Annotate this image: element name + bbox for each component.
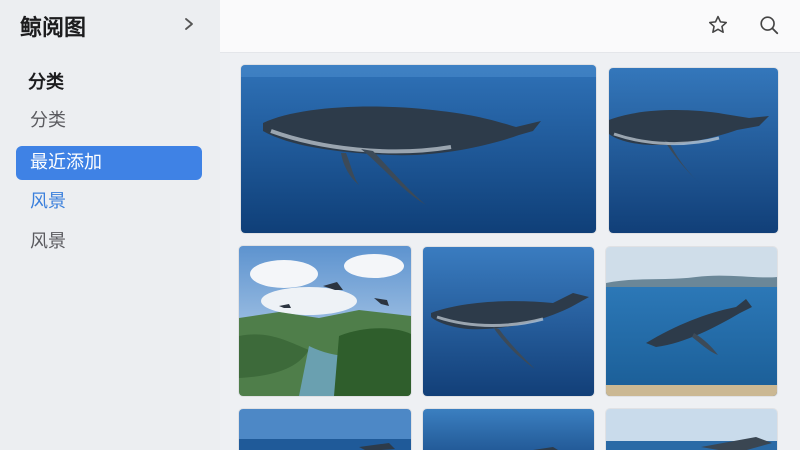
sidebar-collapse-button[interactable] bbox=[178, 14, 200, 36]
sidebar-item-landscape[interactable]: 风景 bbox=[16, 185, 202, 219]
photo-thumbnail[interactable] bbox=[606, 247, 777, 396]
sidebar-item-recently-added[interactable]: 最近添加 bbox=[16, 146, 202, 180]
photo-thumbnail[interactable] bbox=[423, 247, 594, 396]
photo-grid bbox=[220, 53, 800, 450]
favorite-button[interactable] bbox=[705, 14, 731, 40]
photo-thumbnail[interactable] bbox=[239, 409, 411, 450]
search-icon bbox=[758, 14, 780, 40]
photo-thumbnail[interactable] bbox=[423, 409, 594, 450]
star-icon bbox=[707, 14, 729, 40]
photo-thumbnail[interactable] bbox=[606, 409, 777, 450]
photo-thumbnail[interactable] bbox=[241, 65, 596, 233]
sidebar-item-landscape-2[interactable]: 风景 bbox=[16, 225, 202, 259]
toolbar bbox=[220, 0, 800, 53]
search-button[interactable] bbox=[756, 14, 782, 40]
photo-thumbnail[interactable] bbox=[239, 246, 411, 396]
sidebar: 鲸阅图 分类 分类 最近添加 风景 风景 bbox=[0, 0, 221, 450]
section-header-categories: 分类 bbox=[28, 72, 64, 93]
sidebar-item-categories[interactable]: 分类 bbox=[16, 104, 202, 138]
photo-thumbnail[interactable] bbox=[609, 68, 778, 233]
chevron-right-icon bbox=[182, 16, 196, 35]
app-window: 鲸阅图 分类 分类 最近添加 风景 风景 bbox=[0, 0, 800, 450]
app-title: 鲸阅图 bbox=[20, 16, 87, 41]
